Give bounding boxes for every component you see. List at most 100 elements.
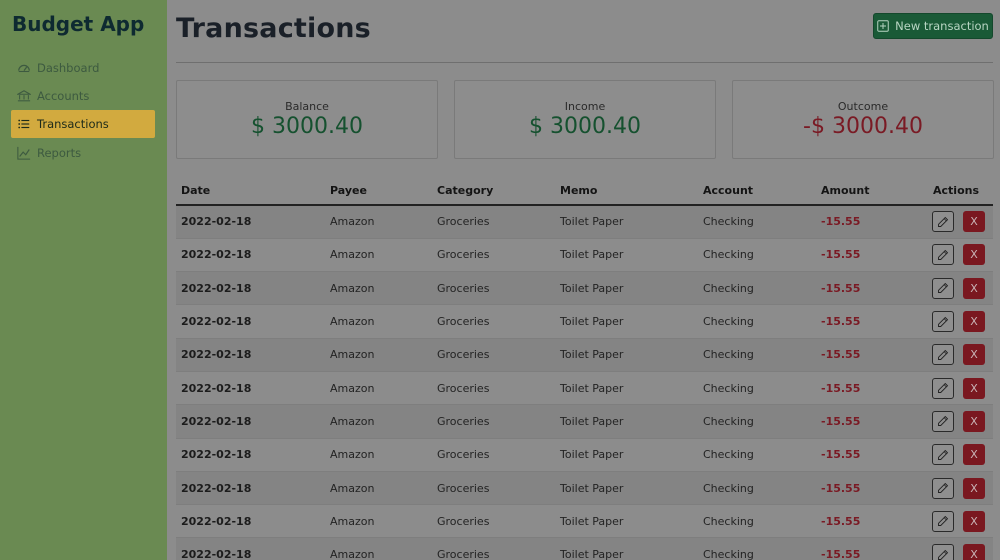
- pencil-icon: [937, 482, 949, 494]
- column-header-category[interactable]: Category: [432, 176, 555, 206]
- cell-amount: -15.55: [816, 537, 928, 560]
- cell-date: 2022-02-18: [176, 338, 325, 372]
- cell-amount: -15.55: [816, 438, 928, 472]
- sidebar-item-label: Reports: [37, 146, 82, 160]
- cell-date: 2022-02-18: [176, 205, 325, 239]
- column-header-account[interactable]: Account: [698, 176, 816, 206]
- edit-button[interactable]: [932, 277, 954, 299]
- table-header-row: Date Payee Category Memo Account Amount …: [176, 176, 993, 206]
- delete-button[interactable]: X: [963, 311, 985, 333]
- delete-button[interactable]: X: [963, 244, 985, 266]
- delete-button[interactable]: X: [963, 377, 985, 399]
- cell-payee: Amazon: [325, 304, 432, 339]
- pencil-icon: [937, 382, 949, 394]
- sidebar-item-dashboard[interactable]: Dashboard: [11, 54, 155, 82]
- sidebar-item-reports[interactable]: Reports: [11, 139, 155, 167]
- edit-button[interactable]: [932, 410, 954, 432]
- cell-category: Groceries: [432, 304, 555, 339]
- delete-button[interactable]: X: [963, 344, 985, 366]
- cell-memo: Toilet Paper: [555, 404, 698, 439]
- cell-payee: Amazon: [325, 271, 432, 306]
- cell-amount: -15.55: [816, 371, 928, 406]
- cell-actions: X: [928, 271, 993, 306]
- cell-memo: Toilet Paper: [555, 238, 698, 273]
- column-header-date[interactable]: Date: [176, 176, 325, 206]
- app-title: Budget App: [12, 12, 145, 36]
- edit-button[interactable]: [932, 544, 954, 560]
- pencil-icon: [937, 282, 949, 294]
- table-row: 2022-02-18 Amazon Groceries Toilet Paper Che…: [176, 205, 993, 239]
- cell-payee: Amazon: [325, 504, 432, 539]
- cell-memo: Toilet Paper: [555, 304, 698, 339]
- transactions-table: Date Payee Category Memo Account Amount …: [176, 176, 993, 560]
- cell-account: Checking: [698, 404, 816, 439]
- sidebar-item-label: Dashboard: [37, 61, 100, 75]
- outcome-card: Outcome -$ 3000.40: [732, 80, 994, 159]
- pencil-icon: [937, 515, 949, 527]
- delete-button[interactable]: X: [963, 444, 985, 466]
- bank-icon: [17, 89, 31, 103]
- speedometer-icon: [17, 61, 31, 75]
- outcome-value: -$ 3000.40: [803, 114, 923, 139]
- cell-amount: -15.55: [816, 271, 928, 306]
- cell-category: Groceries: [432, 238, 555, 273]
- new-transaction-button[interactable]: New transaction: [873, 13, 993, 39]
- cell-date: 2022-02-18: [176, 404, 325, 439]
- edit-button[interactable]: [932, 377, 954, 399]
- delete-button[interactable]: X: [963, 510, 985, 532]
- cell-account: Checking: [698, 271, 816, 306]
- cell-category: Groceries: [432, 205, 555, 239]
- cell-memo: Toilet Paper: [555, 504, 698, 539]
- column-header-amount[interactable]: Amount: [816, 176, 928, 206]
- cell-actions: X: [928, 238, 993, 273]
- edit-button[interactable]: [932, 510, 954, 532]
- pencil-icon: [937, 216, 949, 228]
- cell-date: 2022-02-18: [176, 471, 325, 506]
- edit-button[interactable]: [932, 344, 954, 366]
- cell-account: Checking: [698, 371, 816, 406]
- delete-button[interactable]: X: [963, 544, 985, 560]
- cell-category: Groceries: [432, 504, 555, 539]
- edit-button[interactable]: [932, 444, 954, 466]
- delete-button[interactable]: X: [963, 477, 985, 499]
- delete-button[interactable]: X: [963, 410, 985, 432]
- table-row: 2022-02-18 Amazon Groceries Toilet Paper Che…: [176, 537, 993, 560]
- sidebar-item-label: Accounts: [37, 89, 90, 103]
- column-header-memo[interactable]: Memo: [555, 176, 698, 206]
- delete-button[interactable]: X: [963, 277, 985, 299]
- cell-memo: Toilet Paper: [555, 471, 698, 506]
- cell-amount: -15.55: [816, 471, 928, 506]
- delete-button[interactable]: X: [963, 211, 985, 233]
- income-card: Income $ 3000.40: [454, 80, 716, 159]
- cell-amount: -15.55: [816, 504, 928, 539]
- cell-actions: X: [928, 338, 993, 372]
- table-row: 2022-02-18 Amazon Groceries Toilet Paper Che…: [176, 304, 993, 339]
- cell-payee: Amazon: [325, 404, 432, 439]
- pencil-icon: [937, 449, 949, 461]
- cell-actions: X: [928, 304, 993, 339]
- sidebar-item-accounts[interactable]: Accounts: [11, 82, 155, 110]
- edit-button[interactable]: [932, 477, 954, 499]
- cell-category: Groceries: [432, 471, 555, 506]
- cell-actions: X: [928, 537, 993, 560]
- table-row: 2022-02-18 Amazon Groceries Toilet Paper Che…: [176, 338, 993, 372]
- cell-actions: X: [928, 504, 993, 539]
- cell-actions: X: [928, 371, 993, 406]
- cell-payee: Amazon: [325, 238, 432, 273]
- cell-payee: Amazon: [325, 471, 432, 506]
- cell-date: 2022-02-18: [176, 304, 325, 339]
- column-header-payee[interactable]: Payee: [325, 176, 432, 206]
- balance-label: Balance: [285, 100, 329, 113]
- list-icon: [17, 117, 31, 131]
- table-row: 2022-02-18 Amazon Groceries Toilet Paper Che…: [176, 271, 993, 306]
- cell-account: Checking: [698, 205, 816, 239]
- edit-button[interactable]: [932, 244, 954, 266]
- page-title: Transactions: [176, 13, 371, 44]
- table-row: 2022-02-18 Amazon Groceries Toilet Paper Che…: [176, 371, 993, 406]
- cell-amount: -15.55: [816, 404, 928, 439]
- sidebar-item-transactions[interactable]: Transactions: [11, 110, 155, 138]
- edit-button[interactable]: [932, 211, 954, 233]
- pencil-icon: [937, 316, 949, 328]
- edit-button[interactable]: [932, 311, 954, 333]
- line-chart-icon: [17, 146, 31, 160]
